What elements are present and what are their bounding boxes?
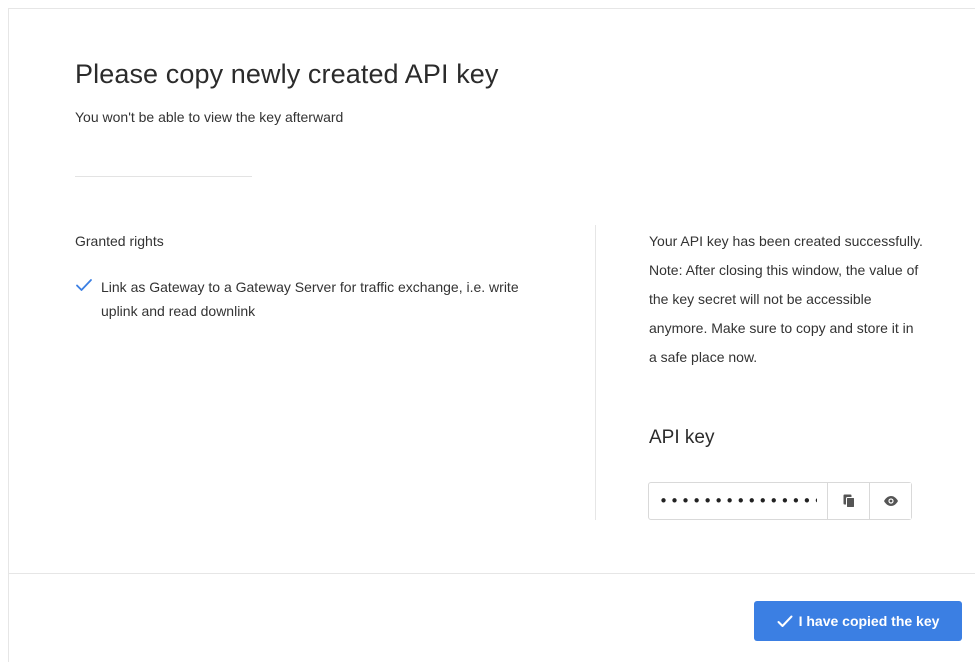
confirm-copied-button[interactable]: I have copied the key [754,601,962,641]
granted-right-text: Link as Gateway to a Gateway Server for … [101,279,519,319]
api-key-modal: Please copy newly created API key You wo… [8,8,975,662]
api-key-field [648,482,912,520]
confirm-button-label: I have copied the key [798,613,940,629]
check-icon [777,615,793,627]
footer-divider [9,573,975,574]
modal-title: Please copy newly created API key [75,59,499,89]
show-key-button[interactable] [869,483,911,519]
page: Please copy newly created API key You wo… [0,0,975,662]
copy-key-button[interactable] [827,483,869,519]
api-key-input[interactable] [649,483,827,519]
eye-icon [883,496,898,506]
key-created-notice: Your API key has been created successful… [649,233,923,365]
check-icon [76,279,92,291]
title-divider [75,176,252,177]
modal-subtitle: You won't be able to view the key afterw… [75,109,344,125]
granted-right-item: Link as Gateway to a Gateway Server for … [75,275,555,323]
granted-rights-heading: Granted rights [75,233,164,249]
copy-icon [843,494,855,508]
column-divider [595,225,596,520]
api-key-heading: API key [649,427,715,448]
